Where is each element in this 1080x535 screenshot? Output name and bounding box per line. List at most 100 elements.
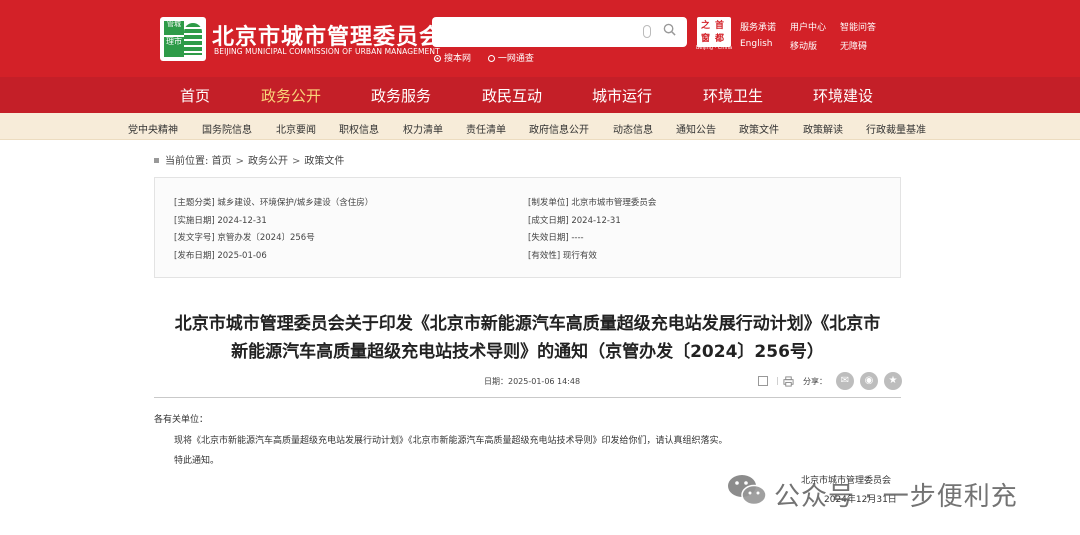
nav-gov-affairs-open[interactable]: 政务公开 <box>261 85 321 106</box>
nav-home[interactable]: 首页 <box>180 85 210 106</box>
nav-sanitation[interactable]: 环境卫生 <box>703 85 763 106</box>
article-paragraph: 现将《北京市新能源汽车高质量超级充电站发展行动计划》《北京市新能源汽车高质量超级… <box>174 436 728 446</box>
user-center-link[interactable]: 用户中心 <box>790 20 826 33</box>
subnav-item-party-spirit[interactable]: 党中央精神 <box>128 121 178 136</box>
subnav-item-policy-docs[interactable]: 政策文件 <box>739 121 779 136</box>
article-date-label: 日期： <box>484 377 508 386</box>
search-icon[interactable] <box>663 23 676 36</box>
weibo-share-icon[interactable]: ◉ <box>860 372 878 390</box>
accessibility-link[interactable]: 无障碍 <box>840 39 867 52</box>
subnav-item-beijing-news[interactable]: 北京要闻 <box>276 121 316 136</box>
subnav-item-notices[interactable]: 通知公告 <box>676 121 716 136</box>
subnav-item-authority-info[interactable]: 职权信息 <box>339 121 379 136</box>
subnav-item-discretion-standards[interactable]: 行政裁量基准 <box>866 121 926 136</box>
document-meta-box: [主题分类] 城乡建设、环境保护/城乡建设（含住房） [实施日期] 2024-1… <box>154 177 901 278</box>
article-divider <box>154 397 901 398</box>
capital-window-logo[interactable]: 首 都 之 窗 <box>697 17 731 47</box>
main-nav: 首页 政务公开 政务服务 政民互动 城市运行 环境卫生 环境建设 <box>0 77 1080 113</box>
english-link[interactable]: English <box>740 39 773 49</box>
meta-topic: [主题分类] 城乡建设、环境保护/城乡建设（含住房） <box>174 196 373 208</box>
smart-qa-link[interactable]: 智能问答 <box>840 20 876 33</box>
breadcrumb-separator: > <box>291 156 301 167</box>
article-date: 日期：2025-01-06 14:48 <box>484 376 580 387</box>
article-date-value: 2025-01-06 14:48 <box>508 377 581 386</box>
subnav-item-power-list[interactable]: 权力清单 <box>403 121 443 136</box>
meta-doc-number-key: [发文字号] <box>174 233 215 243</box>
breadcrumb-marker-icon <box>154 158 159 163</box>
logo-stripes-icon <box>184 23 202 55</box>
favorite-share-icon[interactable]: ★ <box>884 372 902 390</box>
page: 管城 理市 北京市城市管理委员会 BEIJING MUNICIPAL COMMI… <box>0 0 1080 535</box>
nav-environment-construction[interactable]: 环境建设 <box>813 85 873 106</box>
article-title-line-1: 北京市城市管理委员会关于印发《北京市新能源汽车高质量超级充电站发展行动计划》《北… <box>174 314 881 334</box>
search-input[interactable] <box>440 22 630 42</box>
capital-char-2: 都 <box>715 34 725 44</box>
meta-topic-value: 城乡建设、环境保护/城乡建设（含住房） <box>217 198 374 208</box>
mobile-version-link[interactable]: 移动版 <box>790 39 817 52</box>
meta-written-date: [成文日期] 2024-12-31 <box>528 214 621 226</box>
radio-unchecked-icon <box>487 55 495 62</box>
subnav-item-policy-interpretation[interactable]: 政策解读 <box>803 121 843 136</box>
site-header: 管城 理市 北京市城市管理委员会 BEIJING MUNICIPAL COMMI… <box>0 0 1080 77</box>
article-title-line-2: 新能源汽车高质量超级充电站技术导则》的通知（京管办发〔2024〕256号） <box>231 342 824 362</box>
meta-issuer-key: [制发单位] <box>528 198 569 208</box>
site-logo[interactable]: 管城 理市 <box>160 17 206 61</box>
subnav-item-dynamic-info[interactable]: 动态信息 <box>613 121 653 136</box>
meta-implement-date: [实施日期] 2024-12-31 <box>174 214 267 226</box>
logo-bottom-text: 理市 <box>164 37 184 57</box>
nav-gov-services[interactable]: 政务服务 <box>371 85 431 106</box>
meta-doc-number: [发文字号] 京管办发〔2024〕256号 <box>174 231 315 243</box>
breadcrumb-gov-open[interactable]: 政务公开 <box>248 156 288 167</box>
meta-expire-date: [失效日期] ---- <box>528 231 584 243</box>
font-size-icon[interactable] <box>758 376 768 386</box>
scope-option-site[interactable]: 搜本网 <box>434 54 471 64</box>
print-icon[interactable] <box>783 376 794 387</box>
meta-written-date-key: [成文日期] <box>528 216 569 226</box>
article-title: 北京市城市管理委员会关于印发《北京市新能源汽车高质量超级充电站发展行动计划》《北… <box>150 310 905 366</box>
subnav-item-gov-info-disclosure[interactable]: 政府信息公开 <box>529 121 589 136</box>
nav-city-operation[interactable]: 城市运行 <box>592 85 652 106</box>
scope-all-label: 一网通查 <box>497 54 534 64</box>
search-scope: 搜本网 一网通查 <box>434 51 548 64</box>
meta-implement-date-value: 2024-12-31 <box>217 216 267 226</box>
subnav-item-duty-list[interactable]: 责任清单 <box>466 121 506 136</box>
site-subtitle: BEIJING MUNICIPAL COMMISSION OF URBAN MA… <box>214 47 440 56</box>
meta-issuer-value: 北京市城市管理委员会 <box>571 198 657 208</box>
meta-publish-date: [发布日期] 2025-01-06 <box>174 249 267 261</box>
capital-char-3: 之 <box>701 21 711 31</box>
share-label: 分享： <box>803 377 827 386</box>
breadcrumb: 当前位置: 首页 > 政务公开 > 政策文件 <box>154 152 344 167</box>
capital-logo-subtitle: Beijing · China <box>696 45 733 51</box>
meta-publish-date-value: 2025-01-06 <box>217 251 267 261</box>
subnav-item-state-council[interactable]: 国务院信息 <box>202 121 252 136</box>
meta-implement-date-key: [实施日期] <box>174 216 215 226</box>
wechat-watermark-icon <box>728 475 767 506</box>
meta-publish-date-key: [发布日期] <box>174 251 215 261</box>
microphone-icon[interactable] <box>643 25 651 38</box>
scope-option-all[interactable]: 一网通查 <box>487 54 534 64</box>
meta-topic-key: [主题分类] <box>174 198 215 208</box>
meta-doc-number-value: 京管办发〔2024〕256号 <box>217 233 315 243</box>
breadcrumb-policy-docs[interactable]: 政策文件 <box>304 156 344 167</box>
capital-char-4: 窗 <box>701 34 711 44</box>
logo-top-text: 管城 <box>164 21 184 35</box>
meta-validity-key: [有效性] <box>528 251 561 261</box>
article-salutation: 各有关单位： <box>154 415 209 425</box>
article-closing: 特此通知。 <box>174 456 220 466</box>
wechat-share-icon[interactable]: ✉ <box>836 372 854 390</box>
watermark-text: 公众号 · 一步便利充 <box>774 482 1018 512</box>
scope-site-label: 搜本网 <box>444 54 472 64</box>
breadcrumb-label: 当前位置: <box>165 156 209 167</box>
meta-expire-date-value: ---- <box>571 233 584 243</box>
sub-nav: 党中央精神 国务院信息 北京要闻 职权信息 权力清单 责任清单 政府信息公开 动… <box>0 113 1080 140</box>
tool-divider: | <box>776 376 779 385</box>
nav-interaction[interactable]: 政民互动 <box>482 85 542 106</box>
meta-validity: [有效性] 现行有效 <box>528 249 597 261</box>
breadcrumb-home[interactable]: 首页 <box>212 156 232 167</box>
meta-validity-value: 现行有效 <box>562 251 597 261</box>
radio-checked-icon <box>434 55 441 62</box>
meta-expire-date-key: [失效日期] <box>528 233 569 243</box>
service-commitment-link[interactable]: 服务承诺 <box>740 20 776 33</box>
meta-issuer: [制发单位] 北京市城市管理委员会 <box>528 196 656 208</box>
breadcrumb-separator: > <box>235 156 244 167</box>
